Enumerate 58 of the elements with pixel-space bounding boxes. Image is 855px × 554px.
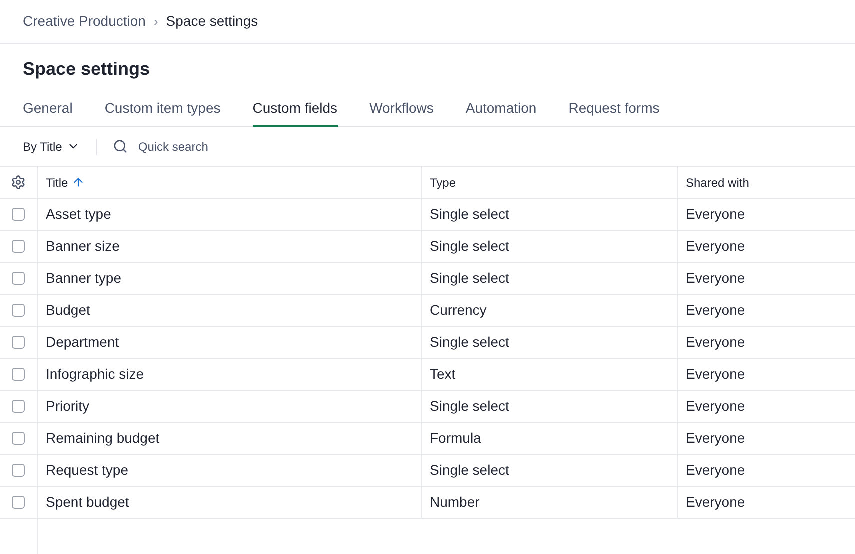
table-cell-text: Everyone <box>686 205 746 224</box>
breadcrumb-separator: › <box>154 12 158 31</box>
column-header[interactable]: Shared with <box>686 174 750 192</box>
breadcrumb-current: Space settings <box>166 12 258 31</box>
table-cell-text: Budget <box>46 301 90 320</box>
table-cell-text: Single select <box>430 269 510 288</box>
row-checkbox[interactable] <box>12 304 25 317</box>
row-checkbox[interactable] <box>12 336 25 349</box>
row-checkbox[interactable] <box>12 272 25 285</box>
table-cell-text: Everyone <box>686 493 746 512</box>
tab[interactable]: Request forms <box>568 92 660 127</box>
row-checkbox[interactable] <box>12 464 25 477</box>
table-cell-text: Everyone <box>686 397 746 416</box>
table-cell-text: Request type <box>46 461 128 480</box>
tab[interactable]: Workflows <box>370 92 434 127</box>
search-field[interactable]: Quick search <box>138 138 278 156</box>
tab[interactable]: Custom fields <box>252 92 338 127</box>
table-cell-text: Spent budget <box>46 493 130 512</box>
table-cell-text: Infographic size <box>46 365 144 384</box>
table-cell-text: Banner size <box>46 237 120 256</box>
table-cell-text: Department <box>46 333 120 352</box>
table-cell-text: Single select <box>430 461 510 480</box>
table-cell-text: Single select <box>430 333 510 352</box>
table-cell-text: Text <box>430 365 456 384</box>
column-header[interactable]: Type <box>430 174 456 192</box>
table-cell-text: Single select <box>430 237 510 256</box>
table-cell-text: Remaining budget <box>46 429 160 448</box>
table-cell-text: Single select <box>430 397 510 416</box>
table-cell-text: Number <box>430 493 480 512</box>
table-cell-text: Priority <box>46 397 90 416</box>
table-cell-text: Everyone <box>686 333 746 352</box>
table-cell-text: Everyone <box>686 237 746 256</box>
row-checkbox[interactable] <box>12 240 25 253</box>
row-checkbox[interactable] <box>12 496 25 509</box>
tab[interactable]: Automation <box>466 92 537 127</box>
table-cell-text: Banner type <box>46 269 122 288</box>
column-header[interactable]: Title <box>46 174 68 192</box>
sort-dropdown[interactable]: By Title <box>23 138 80 156</box>
table-cell-text: Single select <box>430 205 510 224</box>
table-cell-text: Everyone <box>686 461 746 480</box>
table-cell-text: Everyone <box>686 301 746 320</box>
page-title: Space settings <box>23 58 152 80</box>
tab[interactable]: Custom item types <box>104 92 221 127</box>
tab[interactable]: General <box>23 92 73 127</box>
table-cell-text: Everyone <box>686 269 746 288</box>
table-cell-text: Everyone <box>686 429 746 448</box>
breadcrumb-link[interactable]: Creative Production <box>23 11 146 32</box>
sort-arrow-icon <box>72 176 86 189</box>
table-cell-text: Currency <box>430 301 487 320</box>
row-checkbox[interactable] <box>12 368 25 381</box>
row-checkbox[interactable] <box>12 432 25 445</box>
row-checkbox[interactable] <box>12 400 25 413</box>
row-checkbox[interactable] <box>12 208 25 221</box>
search-icon <box>113 139 128 154</box>
table-cell-text: Asset type <box>46 205 112 224</box>
settings-icon[interactable] <box>11 175 26 190</box>
table-cell-text: Everyone <box>686 365 746 384</box>
table-cell-text: Formula <box>430 429 482 448</box>
